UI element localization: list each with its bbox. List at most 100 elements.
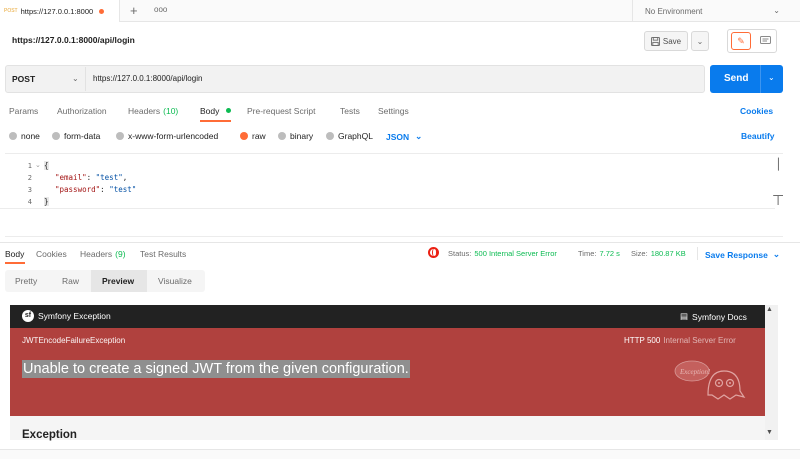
code-line: "email": "test", [55, 173, 127, 182]
symfony-docs-link[interactable]: ▤ Symfony Docs [680, 311, 747, 322]
radio-icon [326, 132, 334, 140]
unsaved-dot-icon [99, 8, 105, 14]
method-select[interactable]: POST [12, 74, 35, 84]
tab-url: https://127.0.0.1:8000 [20, 6, 94, 16]
chevron-down-icon[interactable]: ⌄ [768, 73, 775, 82]
time-info[interactable]: Time: 7.72 s [578, 249, 620, 258]
response-tab-test-results[interactable]: Test Results [140, 249, 186, 259]
code-brace: } [44, 197, 49, 206]
view-tab-visualize[interactable]: Visualize [158, 276, 192, 286]
divider [697, 247, 698, 260]
http-code: HTTP 500 [624, 336, 661, 345]
raw-format-label: JSON [386, 131, 410, 142]
tab-headers-label: Headers [128, 106, 161, 116]
tab-settings[interactable]: Settings [378, 106, 409, 116]
environment-label: No Environment [645, 6, 703, 16]
radio-icon [278, 132, 286, 140]
code-line: } [44, 197, 49, 206]
headers-count: (9) [115, 249, 126, 259]
radio-raw-label: raw [252, 131, 266, 141]
pencil-icon: ✎ [737, 35, 745, 46]
line-number: 4 [27, 198, 32, 206]
code-key: "email" [55, 173, 87, 182]
radio-form-data[interactable]: form-data [52, 131, 100, 141]
save-label: Save [662, 36, 682, 46]
url-input[interactable]: https://127.0.0.1:8000/api/login [93, 74, 202, 83]
response-tab-body[interactable]: Body [5, 249, 24, 259]
view-tab-preview[interactable]: Preview [102, 276, 134, 286]
save-icon [650, 36, 660, 46]
tab-authorization[interactable]: Authorization [57, 106, 107, 116]
view-tab-raw[interactable]: Raw [62, 276, 79, 286]
radio-raw[interactable]: raw [240, 131, 266, 141]
chevron-down-icon[interactable]: ⌄ [72, 74, 79, 83]
code-colon: : [100, 185, 110, 194]
view-tab-pretty[interactable]: Pretty [15, 276, 37, 286]
line-number: 1 [27, 162, 32, 170]
http-text: Internal Server Error [663, 336, 736, 345]
tab-method: POST [4, 8, 18, 14]
save-response-button[interactable]: Save Response ⌄ [705, 249, 780, 260]
time-label: Time: [578, 249, 597, 258]
radio-graphql[interactable]: GraphQL [326, 131, 373, 141]
symfony-brand: Symfony Exception [38, 311, 111, 321]
scroll-up-icon[interactable]: ▲ [766, 306, 773, 313]
request-tab[interactable]: POST https://127.0.0.1:8000 [0, 0, 120, 22]
edit-button[interactable]: ✎ [731, 32, 751, 50]
status-label: Status: [448, 249, 472, 258]
size-info[interactable]: Size: 180.87 KB [631, 249, 686, 258]
line-number: 2 [27, 174, 32, 182]
exception-section-title: Exception [22, 429, 77, 441]
scroll-down-icon[interactable]: ▼ [766, 429, 773, 436]
save-button[interactable]: Save [644, 31, 688, 51]
code-comma: , [122, 173, 128, 182]
globe-icon[interactable] [428, 247, 439, 258]
symfony-docs-label: Symfony Docs [692, 311, 747, 322]
radio-icon [9, 132, 17, 140]
response-tab-cookies[interactable]: Cookies [36, 249, 67, 259]
radio-binary[interactable]: binary [278, 131, 313, 141]
fold-icon[interactable]: ⌄ [35, 161, 41, 169]
raw-format-select[interactable]: JSON ⌄ [386, 131, 422, 142]
new-tab-button[interactable]: + [130, 3, 138, 18]
chevron-down-icon: ⌄ [772, 249, 780, 259]
radio-form-data-label: form-data [64, 131, 101, 141]
code-editor[interactable] [5, 153, 783, 237]
active-tab-underline [200, 120, 231, 122]
more-tabs-icon[interactable]: ooo [154, 5, 167, 14]
save-options-button[interactable]: ⌄ [691, 31, 709, 51]
tab-tests[interactable]: Tests [340, 106, 360, 116]
time-value: 7.72 s [599, 249, 620, 258]
tab-body[interactable]: Body [200, 106, 219, 116]
radio-icon [52, 132, 60, 140]
exception-class: JWTEncodeFailureException [22, 336, 126, 345]
radio-urlencoded[interactable]: x-www-form-urlencoded [116, 131, 218, 141]
headers-count: (10) [163, 106, 179, 116]
resize-handle-icon[interactable]: ⊤ [772, 193, 784, 209]
method-divider [85, 67, 86, 91]
tab-headers[interactable]: Headers (10) [128, 106, 178, 116]
cookies-link[interactable]: Cookies [740, 106, 773, 116]
pane-divider[interactable] [0, 242, 800, 243]
environment-select[interactable]: No Environment ⌄ [632, 0, 800, 22]
ghost-icon: Exception! [674, 360, 746, 400]
radio-none[interactable]: none [9, 131, 40, 141]
radio-icon [116, 132, 124, 140]
code-colon: : [86, 173, 96, 182]
http-status: HTTP 500 Internal Server Error [624, 336, 736, 345]
tab-prerequest-script[interactable]: Pre-request Script [247, 106, 316, 116]
comments-button[interactable] [756, 32, 774, 50]
size-value: 180.87 KB [650, 249, 686, 258]
symfony-header-bar [10, 305, 765, 328]
tab-params[interactable]: Params [9, 106, 38, 116]
status-value: 500 Internal Server Error [474, 249, 557, 258]
send-button[interactable]: Send ⌄ [710, 65, 783, 93]
beautify-link[interactable]: Beautify [741, 131, 775, 141]
request-title[interactable]: https://127.0.0.1:8000/api/login [12, 35, 135, 45]
status-bar [0, 449, 800, 459]
status-info: Status: 500 Internal Server Error [448, 249, 557, 258]
send-divider [760, 65, 761, 93]
editor-scrollbar-icon[interactable]: │ [775, 158, 782, 171]
response-tab-headers[interactable]: Headers (9) [80, 249, 126, 259]
preview-scrollbar[interactable] [765, 305, 778, 440]
